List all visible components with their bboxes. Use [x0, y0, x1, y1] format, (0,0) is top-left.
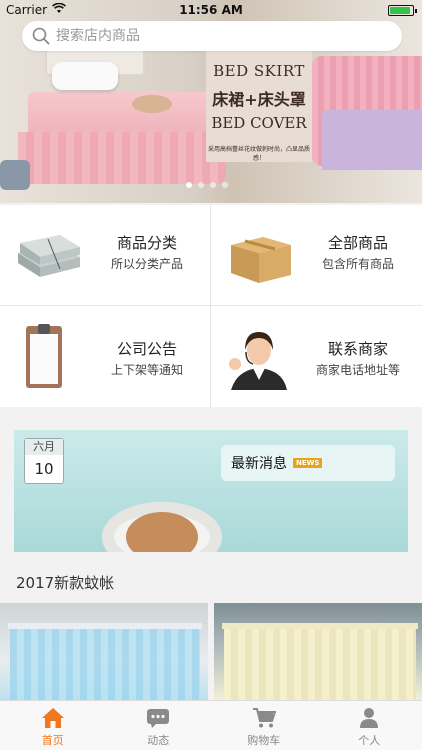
product-image — [10, 629, 200, 700]
banner-line-1: BED SKIRT — [213, 62, 305, 80]
date-month: 六月 — [25, 439, 63, 455]
news-card[interactable]: 六月 10 最新消息 NEWS — [14, 430, 408, 552]
person-icon — [360, 708, 379, 728]
category-grid: 商品分类 所以分类产品 全部商品 包含所有商品 公司公告 上下架等通知 联系商家… — [0, 205, 422, 407]
tab-label: 个人 — [358, 734, 381, 747]
search-input[interactable] — [56, 28, 356, 44]
banner-line-4: 采用高档蕾丝花纹做刺时尚，凸显品质感！ — [207, 146, 310, 162]
calendar-date: 六月 10 — [24, 438, 64, 484]
banner-hat — [132, 95, 172, 113]
tab-cart[interactable]: 购物车 — [211, 701, 317, 750]
menu-item-categories[interactable]: 商品分类 所以分类产品 — [0, 205, 211, 306]
menu-item-subtitle: 所以分类产品 — [110, 257, 183, 271]
banner-text-panel: BED SKIRT 床裙+床头罩 BED COVER 采用高档蕾丝花纹做刺时尚，… — [206, 46, 312, 162]
tab-label: 首页 — [41, 734, 64, 747]
search-bar[interactable] — [22, 21, 402, 51]
menu-item-subtitle: 上下架等通知 — [110, 363, 183, 377]
tab-activity[interactable]: 动态 — [106, 701, 212, 750]
battery-icon — [388, 5, 417, 16]
product-card[interactable] — [214, 603, 422, 700]
menu-item-subtitle: 商家电话地址等 — [315, 363, 400, 377]
folded-fabric-icon — [18, 235, 80, 277]
banner-bed-skirt — [18, 132, 226, 184]
product-image — [224, 629, 416, 700]
grid-divider-horizontal — [0, 305, 422, 306]
tab-home[interactable]: 首页 — [0, 701, 106, 750]
page-dot-2[interactable] — [198, 182, 204, 188]
menu-item-contact[interactable]: 联系商家 商家电话地址等 — [211, 306, 422, 407]
home-icon — [41, 708, 64, 728]
status-bar: Carrier 11:56 AM — [0, 0, 422, 20]
date-day: 10 — [34, 460, 54, 478]
banner-page-indicator[interactable] — [186, 182, 228, 188]
news-badge: NEWS — [293, 458, 323, 468]
banner-line-3: BED COVER — [211, 114, 307, 132]
latest-news-button[interactable]: 最新消息 NEWS — [221, 445, 395, 481]
clipboard-icon — [26, 324, 62, 388]
tab-profile[interactable]: 个人 — [317, 701, 422, 750]
menu-item-title: 商品分类 — [116, 234, 177, 252]
tab-label: 购物车 — [247, 734, 281, 747]
latest-news-label: 最新消息 — [231, 456, 287, 472]
grid-divider-vertical — [210, 205, 211, 407]
page-dot-1[interactable] — [186, 182, 192, 188]
menu-item-all-products[interactable]: 全部商品 包含所有商品 — [211, 205, 422, 306]
page-dot-3[interactable] — [210, 182, 216, 188]
banner-sheet — [322, 110, 422, 170]
menu-item-subtitle: 包含所有商品 — [321, 257, 394, 271]
page-dot-4[interactable] — [222, 182, 228, 188]
menu-item-title: 公司公告 — [116, 340, 177, 358]
banner-pillow — [52, 62, 118, 90]
section-title: 2017新款蚊帐 — [0, 563, 422, 603]
search-icon — [32, 27, 50, 45]
status-time: 11:56 AM — [179, 3, 243, 17]
menu-item-title: 联系商家 — [327, 340, 388, 358]
banner-basket — [0, 160, 30, 190]
menu-item-announcements[interactable]: 公司公告 上下架等通知 — [0, 306, 211, 407]
tab-label: 动态 — [147, 734, 170, 747]
cardboard-box-icon — [231, 237, 291, 283]
chat-icon — [147, 709, 170, 728]
customer-service-icon — [229, 332, 287, 390]
cart-icon — [252, 708, 276, 728]
tab-bar: 首页 动态 购物车 个人 — [0, 700, 422, 750]
banner-line-2: 床裙+床头罩 — [212, 90, 306, 109]
menu-item-title: 全部商品 — [327, 234, 388, 252]
product-card[interactable] — [0, 603, 208, 700]
